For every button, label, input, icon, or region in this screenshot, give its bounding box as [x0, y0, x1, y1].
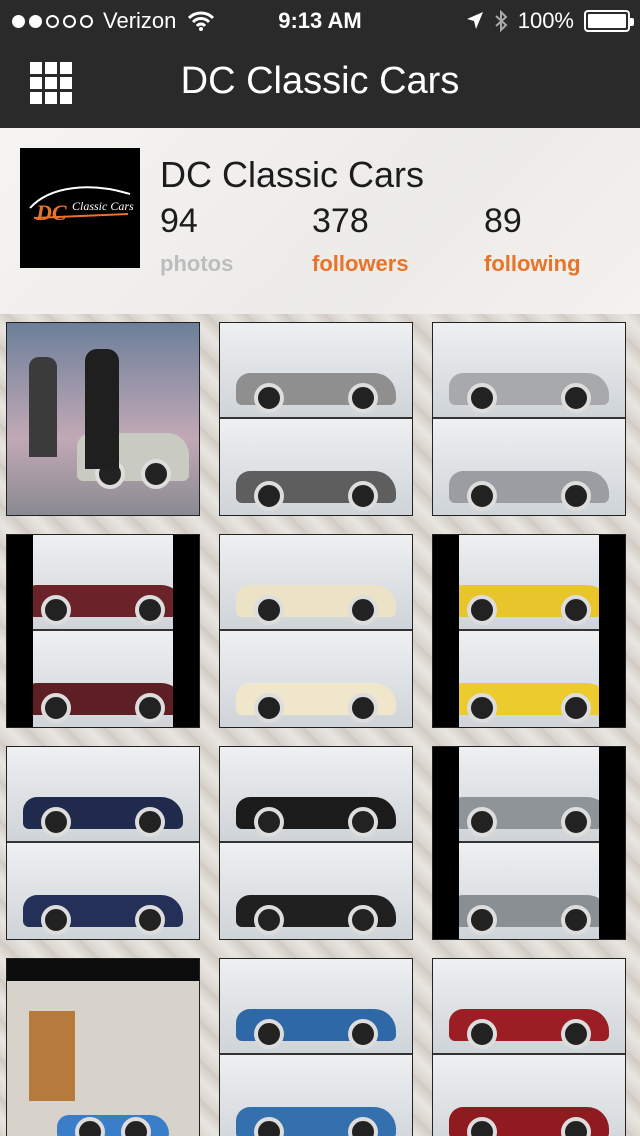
nav-title: DC Classic Cars — [180, 60, 460, 102]
battery-icon — [584, 10, 634, 32]
photo-tile[interactable] — [6, 322, 200, 516]
battery-percent: 100% — [517, 8, 574, 33]
profile-avatar[interactable]: DC Classic Cars — [20, 148, 140, 268]
photo-tile[interactable] — [219, 746, 413, 940]
stat-photos[interactable]: 94 photos — [160, 202, 233, 277]
svg-text:DC: DC — [35, 200, 67, 225]
photo-tile[interactable] — [6, 746, 200, 940]
stat-label: followers — [312, 251, 409, 276]
photo-tile[interactable] — [219, 958, 413, 1136]
dc-classic-cars-logo: DC Classic Cars — [29, 186, 134, 225]
nav-bar: DC Classic Cars — [0, 40, 640, 128]
photo-tile[interactable] — [219, 534, 413, 728]
stat-label: photos — [160, 251, 234, 276]
photo-grid — [0, 314, 640, 1136]
photo-tile[interactable] — [432, 958, 626, 1136]
profile-header: DC Classic Cars DC Classic Cars 94 photo… — [0, 128, 640, 314]
profile-name: DC Classic Cars — [160, 154, 425, 195]
photo-tile[interactable] — [432, 534, 626, 728]
stat-label: following — [484, 251, 581, 276]
status-bar: Verizon 9:13 AM 100% — [0, 0, 640, 40]
stat-followers[interactable]: 378 followers — [312, 202, 409, 277]
bluetooth-icon — [495, 10, 508, 32]
photo-tile[interactable] — [432, 746, 626, 940]
stat-value: 89 — [484, 202, 522, 240]
stat-value: 378 — [312, 202, 369, 240]
status-right: 100% — [466, 8, 634, 34]
photo-tile[interactable] — [432, 322, 626, 516]
svg-text:Classic Cars: Classic Cars — [72, 199, 134, 213]
location-arrow-icon — [466, 12, 483, 29]
photo-tile[interactable] — [219, 322, 413, 516]
top-bar: Verizon 9:13 AM 100% DC Classic Cars — [0, 0, 640, 128]
stat-value: 94 — [160, 202, 198, 240]
stat-following[interactable]: 89 following — [484, 202, 581, 277]
photo-tile[interactable] — [6, 534, 200, 728]
photo-tile[interactable] — [6, 958, 200, 1136]
